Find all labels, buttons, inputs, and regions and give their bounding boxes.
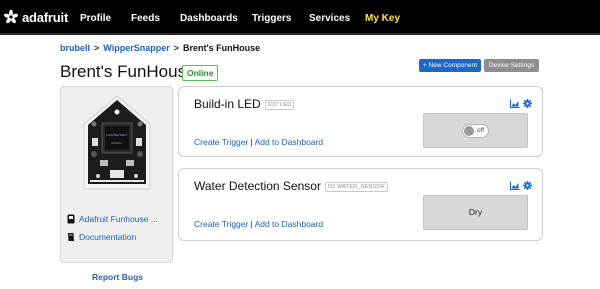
component-title: Water Detection Sensor D2 WATER_SENSOR (194, 179, 389, 193)
nav-profile[interactable]: Profile (80, 13, 111, 24)
documentation-link-label: Documentation (79, 232, 137, 242)
board-link[interactable]: Adafruit Funhouse ... (67, 214, 158, 224)
device-card: LOW BATTERY BRUBELL Adafruit Funhouse ..… (60, 86, 173, 263)
component-pin-badge: D37 LED (264, 99, 295, 110)
svg-text:BRUBELL: BRUBELL (111, 141, 123, 145)
top-nav: adafruit Profile Feeds Dashboards Trigge… (0, 0, 600, 35)
action-divider: | (250, 219, 253, 229)
nav-feeds[interactable]: Feeds (131, 13, 160, 24)
breadcrumb-separator: > (173, 43, 179, 53)
component-actions: Create Trigger | Add to Dashboard (194, 219, 323, 229)
gear-icon[interactable] (523, 181, 532, 190)
chart-icon[interactable] (510, 181, 520, 190)
status-badge: Online (182, 65, 219, 81)
adafruit-flower-icon (3, 9, 19, 24)
breadcrumb-current: Brent's FunHouse (182, 43, 261, 53)
led-toggle[interactable]: off (462, 124, 489, 138)
svg-text:LOW BATTERY: LOW BATTERY (106, 133, 127, 137)
action-divider: | (250, 137, 253, 147)
sensor-value: Dry (468, 207, 483, 217)
water-sensor-panel: Dry (423, 195, 528, 230)
toggle-state-label: off (477, 127, 485, 134)
nav-dashboards[interactable]: Dashboards (180, 13, 238, 24)
component-card-water-sensor: Water Detection Sensor D2 WATER_SENSOR Cr… (178, 168, 543, 241)
led-control-panel: off (423, 113, 528, 148)
create-trigger-link[interactable]: Create Trigger (194, 219, 248, 229)
page-title: Brent's FunHouse (60, 62, 196, 81)
breadcrumb-user-link[interactable]: brubell (60, 43, 90, 53)
brand-name: adafruit (22, 9, 69, 25)
board-link-label: Adafruit Funhouse ... (79, 214, 158, 224)
breadcrumb-separator: > (94, 43, 100, 53)
nav-my-key[interactable]: My Key (365, 13, 400, 24)
book-icon (68, 233, 74, 241)
create-trigger-link[interactable]: Create Trigger (194, 137, 248, 147)
toggle-knob (464, 126, 474, 136)
nav-triggers[interactable]: Triggers (252, 13, 291, 24)
add-to-dashboard-link[interactable]: Add to Dashboard (255, 137, 324, 147)
component-name: Build-in LED (194, 97, 261, 111)
component-actions: Create Trigger | Add to Dashboard (194, 137, 323, 147)
component-pin-badge: D2 WATER_SENSOR (324, 181, 389, 192)
new-component-button[interactable]: + New Component (419, 59, 481, 72)
report-bugs-link[interactable]: Report Bugs (92, 272, 143, 282)
device-settings-button[interactable]: Device Settings (484, 59, 539, 72)
chart-icon[interactable] (510, 99, 520, 108)
gear-icon[interactable] (523, 99, 532, 108)
nav-services[interactable]: Services (309, 13, 350, 24)
component-title: Build-in LED D37 LED (194, 97, 295, 111)
breadcrumb-section-link[interactable]: WipperSnapper (103, 43, 169, 53)
breadcrumb: brubell > WipperSnapper > Brent's FunHouse (60, 43, 260, 53)
board-icon (67, 214, 75, 224)
brand-logo[interactable]: adafruit (3, 6, 68, 28)
add-to-dashboard-link[interactable]: Add to Dashboard (255, 219, 324, 229)
component-card-led: Build-in LED D37 LED Create Trigger | Add t… (178, 86, 543, 157)
board-image: LOW BATTERY BRUBELL (83, 95, 151, 190)
documentation-link[interactable]: Documentation (67, 232, 136, 242)
component-name: Water Detection Sensor (194, 179, 321, 193)
